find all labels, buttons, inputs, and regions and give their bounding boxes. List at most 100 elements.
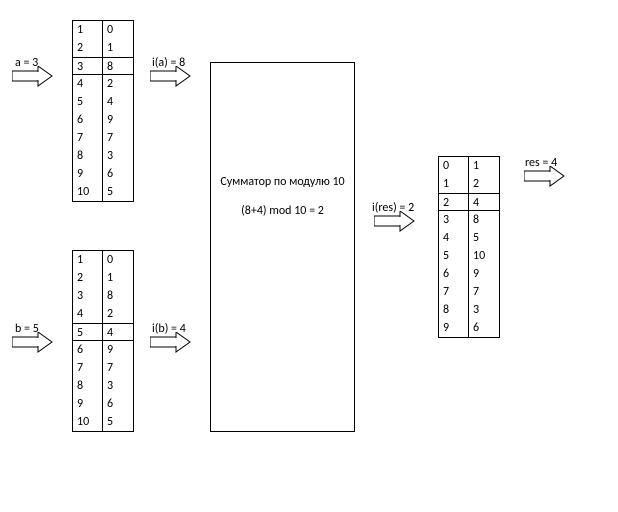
- table-row: 24: [439, 193, 499, 211]
- table-row: 42: [73, 75, 133, 93]
- table-row: 105: [73, 413, 133, 431]
- cell-index: 8: [73, 377, 103, 395]
- cell-index: 2: [439, 194, 469, 210]
- cell-index: 3: [439, 211, 469, 229]
- cell-index: 2: [73, 39, 103, 57]
- cell-value: 8: [469, 211, 499, 229]
- table-row: 21: [73, 269, 133, 287]
- table-row: 38: [73, 57, 133, 75]
- cell-value: 5: [469, 229, 499, 247]
- cell-index: 3: [73, 58, 103, 74]
- cell-index: 7: [439, 283, 469, 301]
- cell-index: 5: [439, 247, 469, 265]
- cell-index: 6: [439, 265, 469, 283]
- cell-index: 9: [439, 319, 469, 337]
- cell-index: 0: [439, 157, 469, 175]
- cell-value: 4: [103, 324, 133, 340]
- cell-index: 3: [73, 287, 103, 305]
- cell-value: 8: [103, 287, 133, 305]
- cell-value: 3: [103, 147, 133, 165]
- table-row: 105: [73, 183, 133, 201]
- arrow-ia-out: [150, 66, 192, 88]
- table-row: 69: [73, 111, 133, 129]
- cell-value: 3: [103, 377, 133, 395]
- arrow-b-in: [12, 332, 54, 354]
- table-row: 77: [73, 129, 133, 147]
- table-row: 12: [439, 175, 499, 193]
- cell-value: 6: [103, 395, 133, 413]
- cell-index: 8: [73, 147, 103, 165]
- cell-index: 1: [73, 21, 103, 39]
- cell-value: 2: [469, 175, 499, 193]
- cell-index: 7: [73, 129, 103, 147]
- table-row: 83: [439, 301, 499, 319]
- table-row: 10: [73, 251, 133, 269]
- cell-value: 6: [469, 319, 499, 337]
- table-row: 01: [439, 157, 499, 175]
- arrow-ib-out: [150, 332, 192, 354]
- cell-index: 10: [73, 183, 103, 201]
- table-row: 69: [73, 341, 133, 359]
- cell-index: 4: [73, 305, 103, 323]
- lookup-table-a: 102138425469778396105: [72, 20, 134, 202]
- table-row: 42: [73, 305, 133, 323]
- table-row: 54: [73, 323, 133, 341]
- cell-value: 10: [469, 247, 499, 265]
- cell-index: 2: [73, 269, 103, 287]
- table-row: 21: [73, 39, 133, 57]
- cell-index: 9: [73, 395, 103, 413]
- table-row: 10: [73, 21, 133, 39]
- table-row: 77: [439, 283, 499, 301]
- cell-value: 2: [103, 305, 133, 323]
- table-row: 54: [73, 93, 133, 111]
- cell-index: 9: [73, 165, 103, 183]
- cell-value: 5: [103, 183, 133, 201]
- table-row: 96: [439, 319, 499, 337]
- cell-index: 7: [73, 359, 103, 377]
- cell-value: 1: [103, 269, 133, 287]
- cell-index: 6: [73, 341, 103, 359]
- cell-value: 1: [103, 39, 133, 57]
- table-row: 77: [73, 359, 133, 377]
- cell-index: 8: [439, 301, 469, 319]
- cell-value: 1: [469, 157, 499, 175]
- cell-index: 5: [73, 324, 103, 340]
- cell-value: 7: [469, 283, 499, 301]
- arrow-a-in: [12, 66, 54, 88]
- lookup-table-res: 011224384551069778396: [438, 156, 500, 338]
- cell-index: 1: [73, 251, 103, 269]
- cell-index: 5: [73, 93, 103, 111]
- table-row: 83: [73, 377, 133, 395]
- cell-value: 3: [469, 301, 499, 319]
- summator-title: Сумматор по модулю 10: [211, 173, 354, 192]
- cell-value: 0: [103, 251, 133, 269]
- cell-value: 9: [103, 341, 133, 359]
- table-row: 38: [439, 211, 499, 229]
- cell-value: 7: [103, 129, 133, 147]
- cell-value: 0: [103, 21, 133, 39]
- summator-expr: (8+4) mod 10 = 2: [211, 202, 354, 221]
- cell-index: 4: [73, 75, 103, 93]
- table-row: 83: [73, 147, 133, 165]
- cell-value: 6: [103, 165, 133, 183]
- cell-value: 4: [469, 194, 499, 210]
- cell-value: 7: [103, 359, 133, 377]
- summator-box: Сумматор по модулю 10 (8+4) mod 10 = 2: [210, 62, 355, 432]
- cell-index: 10: [73, 413, 103, 431]
- cell-value: 9: [469, 265, 499, 283]
- table-row: 45: [439, 229, 499, 247]
- cell-value: 8: [103, 58, 133, 74]
- cell-value: 2: [103, 75, 133, 93]
- table-row: 96: [73, 395, 133, 413]
- table-row: 69: [439, 265, 499, 283]
- table-row: 38: [73, 287, 133, 305]
- table-row: 96: [73, 165, 133, 183]
- cell-index: 1: [439, 175, 469, 193]
- cell-value: 5: [103, 413, 133, 431]
- cell-value: 4: [103, 93, 133, 111]
- lookup-table-b: 102138425469778396105: [72, 250, 134, 432]
- cell-value: 9: [103, 111, 133, 129]
- cell-index: 6: [73, 111, 103, 129]
- cell-index: 4: [439, 229, 469, 247]
- arrow-ires-out: [374, 211, 416, 233]
